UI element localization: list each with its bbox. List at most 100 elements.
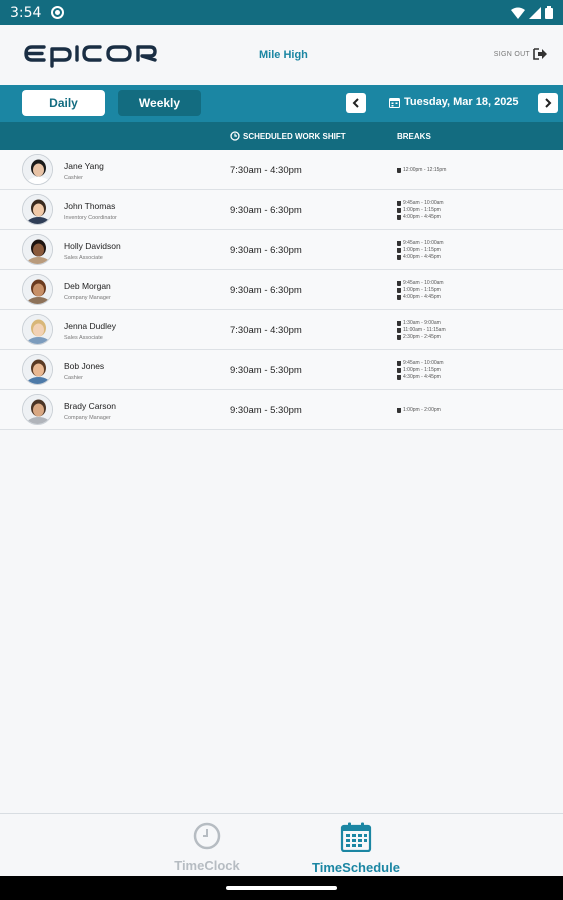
employee-role: Cashier [64,175,83,181]
break-time: 9:45am - 10:00am [403,360,444,366]
break-time: 9:45am - 10:00am [403,200,444,206]
coffee-cup-icon [397,320,401,326]
employee-name: Jane Yang [64,161,104,171]
work-shift: 9:30am - 6:30pm [230,245,302,256]
clock-icon [193,822,221,850]
break-time: 2:30pm - 2:45pm [403,334,441,340]
break-time: 4:00pm - 4:45pm [403,254,441,260]
work-shift: 7:30am - 4:30pm [230,165,302,176]
chevron-right-icon [545,98,552,108]
coffee-cup-icon [397,167,401,173]
break-entry: 9:45am - 10:00am [397,360,444,366]
system-navigation-bar [0,876,563,900]
bottom-navigation: TimeClock TimeSchedule [0,813,563,876]
employee-row[interactable]: Brady Carson Company Manager 9:30am - 5:… [0,390,563,430]
employee-role: Cashier [64,375,83,381]
employee-role: Sales Associate [64,335,103,341]
coffee-cup-icon [397,247,401,253]
home-gesture-handle[interactable] [226,886,337,890]
break-entry: 2:30pm - 2:45pm [397,334,446,340]
work-shift: 9:30am - 5:30pm [230,405,302,416]
previous-day-button[interactable] [346,93,366,113]
avatar [22,354,53,385]
employee-row[interactable]: Jenna Dudley Sales Associate 7:30am - 4:… [0,310,563,350]
employee-name: Brady Carson [64,401,116,411]
employee-list: Jane Yang Cashier 7:30am - 4:30pm 12:00p… [0,150,563,430]
calendar-icon [340,822,372,853]
break-entry: 4:00pm - 4:45pm [397,294,444,300]
avatar [22,274,53,305]
app-header: Mile High SIGN OUT [0,25,563,85]
coffee-cup-icon [397,407,401,413]
work-shift: 9:30am - 6:30pm [230,205,302,216]
break-entry: 4:30pm - 4:45pm [397,374,444,380]
cell-signal-icon [529,6,541,19]
break-entry: 12:00pm - 12:15pm [397,167,446,173]
break-time: 1:30am - 9:00am [403,320,441,326]
employee-name: John Thomas [64,201,116,211]
coffee-cup-icon [397,287,401,293]
nav-timeschedule[interactable]: TimeSchedule [306,822,406,875]
avatar [22,154,53,185]
break-entry: 1:30am - 9:00am [397,320,446,326]
employee-name: Bob Jones [64,361,105,371]
tab-weekly[interactable]: Weekly [118,90,201,116]
break-entry: 9:45am - 10:00am [397,200,444,206]
break-time: 4:30pm - 4:45pm [403,374,441,380]
avatar [22,394,53,425]
coffee-cup-icon [397,207,401,213]
break-time: 1:00pm - 2:00pm [403,407,441,413]
break-list: 9:45am - 10:00am 1:00pm - 1:15pm 4:00pm - … [397,230,444,270]
coffee-cup-icon [397,254,401,260]
break-list: 1:30am - 9:00am 11:00am - 11:15am 2:30pm -… [397,310,446,350]
notification-icon [51,6,65,19]
next-day-button[interactable] [538,93,558,113]
avatar [22,314,53,345]
coffee-cup-icon [397,334,401,340]
clock-icon [230,131,240,141]
employee-name: Holly Davidson [64,241,121,251]
coffee-cup-icon [397,214,401,220]
employee-role: Company Manager [64,295,111,301]
employee-name: Deb Morgan [64,281,111,291]
store-name: Mile High [259,49,308,61]
work-shift: 7:30am - 4:30pm [230,325,302,336]
employee-role: Inventory Coordinator [64,215,117,221]
tab-daily[interactable]: Daily [22,90,105,116]
avatar [22,194,53,225]
break-list: 1:00pm - 2:00pm [397,390,441,430]
employee-row[interactable]: Bob Jones Cashier 9:30am - 5:30pm 9:45am… [0,350,563,390]
sign-out-button[interactable]: SIGN OUT [494,48,547,60]
column-header-breaks: BREAKS [397,132,431,141]
employee-row[interactable]: Deb Morgan Company Manager 9:30am - 6:30… [0,270,563,310]
break-entry: 1:00pm - 1:15pm [397,247,444,253]
break-entry: 9:45am - 10:00am [397,280,444,286]
break-entry: 9:45am - 10:00am [397,240,444,246]
column-header-shift: SCHEDULED WORK SHIFT [230,131,346,141]
break-list: 9:45am - 10:00am 1:00pm - 1:15pm 4:30pm - … [397,350,444,390]
break-list: 9:45am - 10:00am 1:00pm - 1:15pm 4:00pm - … [397,190,444,230]
break-entry: 1:00pm - 1:15pm [397,207,444,213]
employee-name: Jenna Dudley [64,321,116,331]
break-entry: 1:00pm - 1:15pm [397,367,444,373]
coffee-cup-icon [397,294,401,300]
coffee-cup-icon [397,200,401,206]
avatar [22,234,53,265]
sign-out-icon [533,48,547,60]
date-label: Tuesday, Mar 18, 2025 [404,96,519,108]
employee-row[interactable]: Holly Davidson Sales Associate 9:30am - … [0,230,563,270]
coffee-cup-icon [397,327,401,333]
break-time: 11:00am - 11:15am [403,327,446,333]
nav-timeschedule-label: TimeSchedule [312,860,400,875]
nav-timeclock-label: TimeClock [174,858,240,873]
battery-icon [545,6,553,19]
employee-row[interactable]: John Thomas Inventory Coordinator 9:30am… [0,190,563,230]
break-time: 1:00pm - 1:15pm [403,287,441,293]
wifi-icon [511,7,525,19]
selected-date[interactable]: Tuesday, Mar 18, 2025 [389,96,519,108]
status-time: 3:54 [10,4,42,21]
break-time: 9:45am - 10:00am [403,240,444,246]
employee-row[interactable]: Jane Yang Cashier 7:30am - 4:30pm 12:00p… [0,150,563,190]
break-time: 4:00pm - 4:45pm [403,294,441,300]
nav-timeclock[interactable]: TimeClock [171,822,243,873]
